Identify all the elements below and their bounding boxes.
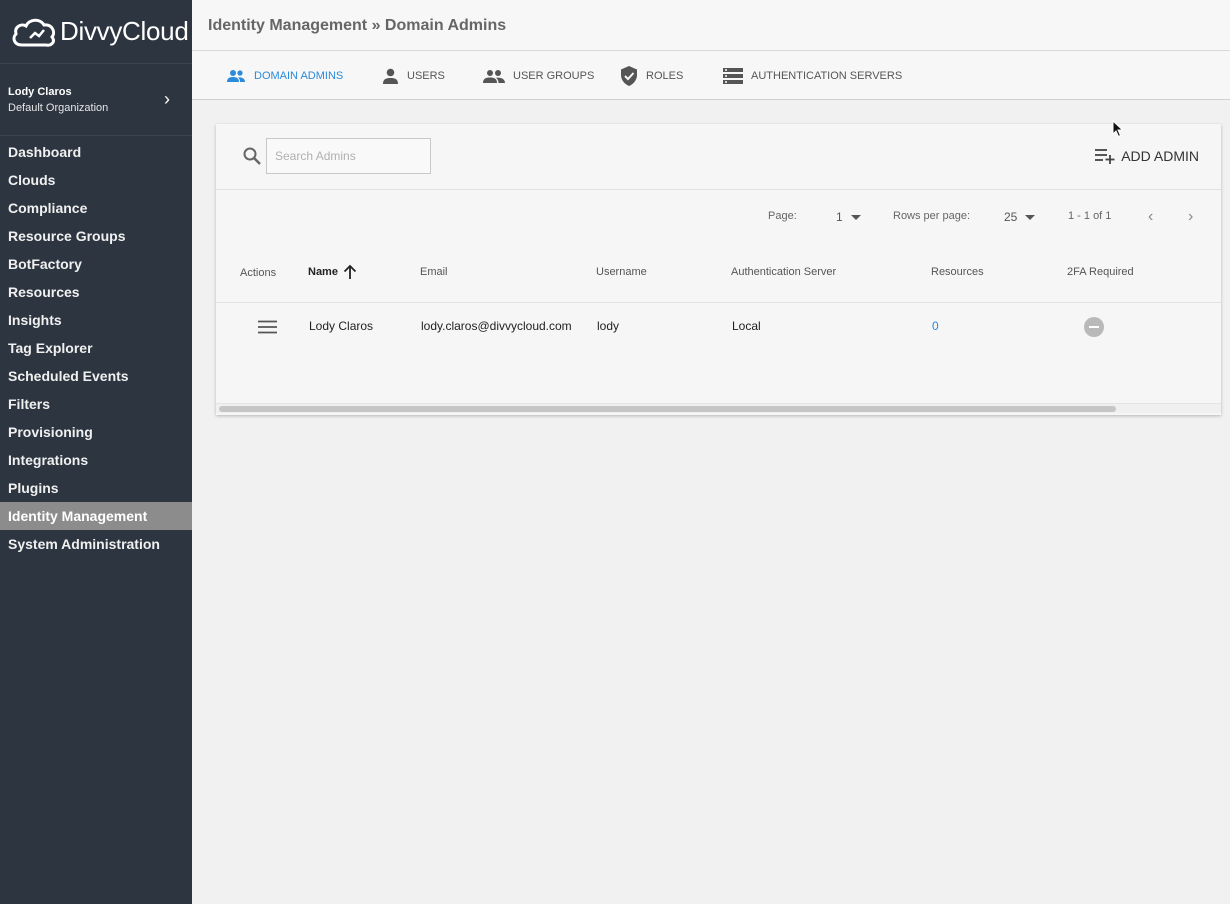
sidebar-item-plugins[interactable]: Plugins — [0, 474, 192, 502]
tab-label: USERS — [407, 70, 445, 82]
sidebar-item-identity-management[interactable]: Identity Management — [0, 502, 192, 530]
server-icon — [723, 68, 743, 84]
cell-auth-server: Local — [732, 319, 761, 333]
brand-name: DivvyCloud — [60, 16, 189, 46]
sidebar-nav: Dashboard Clouds Compliance Resource Gro… — [0, 138, 192, 558]
column-header-2fa-required[interactable]: 2FA Required — [1067, 266, 1134, 278]
cloud-logo-icon — [12, 18, 56, 47]
person-icon — [383, 68, 398, 84]
chevron-right-icon[interactable]: › — [1188, 208, 1193, 226]
tab-label: USER GROUPS — [513, 70, 595, 82]
group-icon — [483, 70, 505, 83]
rows-per-page-select[interactable]: 25 — [1004, 210, 1036, 224]
user-organization: Default Organization — [8, 101, 109, 114]
sidebar-item-resources[interactable]: Resources — [0, 278, 192, 306]
search-icon — [243, 147, 261, 165]
sidebar-item-tag-explorer[interactable]: Tag Explorer — [0, 334, 192, 362]
sidebar-item-compliance[interactable]: Compliance — [0, 194, 192, 222]
tab-users[interactable]: USERS — [382, 66, 445, 86]
breadcrumb: Identity Management » Domain Admins — [208, 17, 507, 34]
header-divider — [216, 302, 1221, 303]
arrow-up-icon — [343, 264, 357, 279]
tab-label: AUTHENTICATION SERVERS — [751, 70, 903, 82]
table-toolbar: ADD ADMIN — [216, 124, 1221, 190]
sidebar-item-clouds[interactable]: Clouds — [0, 166, 192, 194]
rows-per-page-label: Rows per page: — [893, 210, 971, 222]
chevron-right-icon[interactable]: › — [164, 89, 170, 110]
tab-label: ROLES — [646, 70, 684, 82]
cell-username: lody — [597, 319, 620, 333]
page-value: 1 — [836, 210, 843, 224]
column-header-name[interactable]: Name — [308, 264, 358, 280]
playlist-add-icon — [1095, 149, 1115, 164]
sidebar: DivvyCloud Lody Claros Default Organizat… — [0, 0, 192, 904]
cell-name: Lody Claros — [309, 319, 374, 333]
tab-label: DOMAIN ADMINS — [254, 70, 344, 82]
add-admin-label: ADD ADMIN — [1121, 148, 1199, 164]
sidebar-item-insights[interactable]: Insights — [0, 306, 192, 334]
tab-bar: DOMAIN ADMINS USERS USER GROUPS ROLES AU… — [192, 51, 1230, 100]
sidebar-item-scheduled-events[interactable]: Scheduled Events — [0, 362, 192, 390]
sidebar-item-integrations[interactable]: Integrations — [0, 446, 192, 474]
search-input[interactable] — [266, 138, 431, 174]
column-header-auth-server[interactable]: Authentication Server — [731, 266, 836, 278]
cell-resources-link[interactable]: 0 — [932, 319, 939, 333]
admins-table-card: ADD ADMIN Page: 1 Rows per page: 25 1 - … — [216, 124, 1221, 415]
column-header-resources[interactable]: Resources — [931, 266, 984, 278]
column-header-email[interactable]: Email — [420, 266, 448, 278]
tab-user-groups[interactable]: USER GROUPS — [483, 66, 594, 86]
caret-down-icon — [850, 214, 861, 220]
add-admin-button[interactable]: ADD ADMIN — [1095, 148, 1199, 164]
column-header-username[interactable]: Username — [596, 266, 647, 278]
sidebar-item-provisioning[interactable]: Provisioning — [0, 418, 192, 446]
caret-down-icon — [1025, 214, 1036, 220]
shield-icon — [621, 66, 637, 86]
horizontal-scrollbar[interactable] — [216, 403, 1221, 413]
menu-icon[interactable] — [258, 320, 277, 334]
tab-roles[interactable]: ROLES — [620, 66, 683, 86]
sidebar-item-resource-groups[interactable]: Resource Groups — [0, 222, 192, 250]
tab-domain-admins[interactable]: DOMAIN ADMINS — [226, 66, 343, 86]
brand[interactable]: DivvyCloud — [0, 0, 192, 64]
sidebar-item-dashboard[interactable]: Dashboard — [0, 138, 192, 166]
page-label: Page: — [768, 210, 797, 222]
column-header-name-label: Name — [308, 266, 338, 278]
page-range: 1 - 1 of 1 — [1068, 210, 1112, 222]
user-info: Lody Claros Default Organization — [8, 86, 108, 114]
sidebar-item-system-administration[interactable]: System Administration — [0, 530, 192, 558]
sidebar-item-botfactory[interactable]: BotFactory — [0, 250, 192, 278]
tab-authentication-servers[interactable]: AUTHENTICATION SERVERS — [723, 66, 902, 86]
chevron-left-icon[interactable]: ‹ — [1148, 208, 1153, 226]
scrollbar-thumb[interactable] — [219, 406, 1116, 412]
column-header-actions: Actions — [240, 267, 277, 279]
mouse-pointer-icon — [1112, 120, 1124, 138]
page-select[interactable]: 1 — [836, 210, 861, 224]
user-switcher[interactable]: Lody Claros Default Organization › — [0, 64, 192, 136]
top-header: Identity Management » Domain Admins — [192, 0, 1230, 51]
2fa-disabled-icon — [1084, 317, 1104, 337]
people-icon — [227, 70, 245, 82]
sidebar-item-filters[interactable]: Filters — [0, 390, 192, 418]
user-name: Lody Claros — [8, 85, 72, 98]
rows-per-page-value: 25 — [1004, 210, 1018, 224]
cell-email: lody.claros@divvycloud.com — [421, 319, 572, 333]
